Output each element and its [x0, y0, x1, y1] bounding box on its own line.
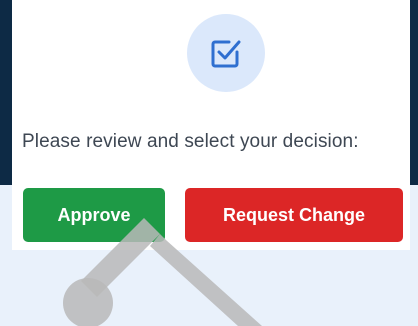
- decision-prompt: Please review and select your decision:: [22, 131, 359, 152]
- check-square-icon: [211, 40, 241, 68]
- icon-badge: [187, 14, 265, 92]
- approve-button[interactable]: Approve: [23, 188, 165, 242]
- request-change-button[interactable]: Request Change: [185, 188, 403, 242]
